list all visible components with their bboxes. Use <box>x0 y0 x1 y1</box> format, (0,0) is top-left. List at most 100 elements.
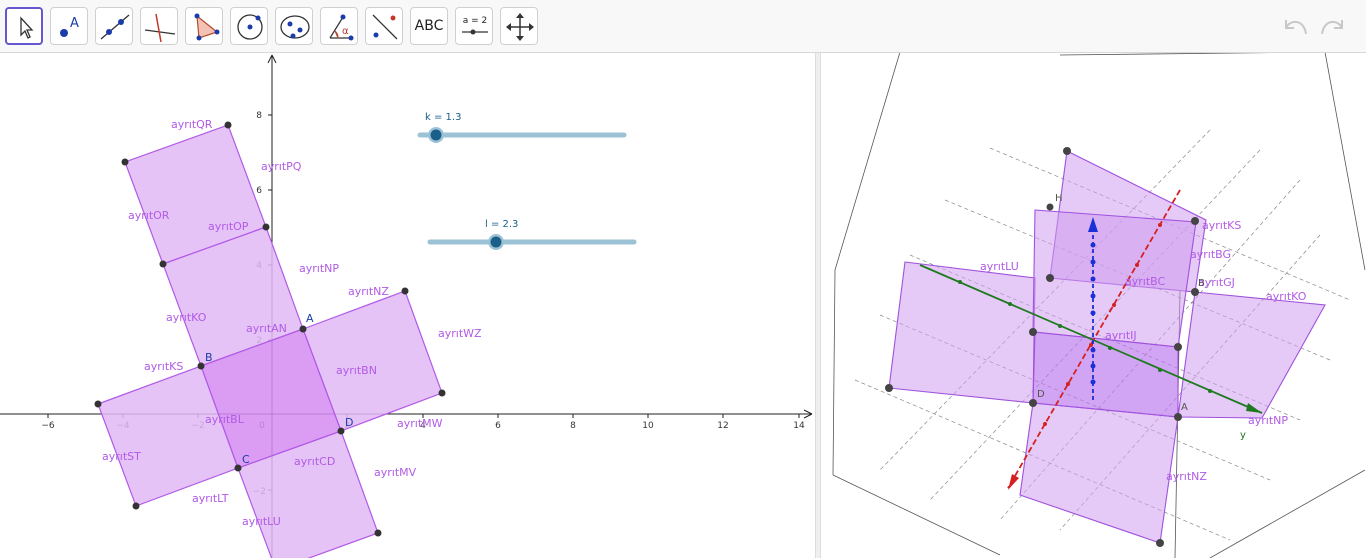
angle-tool-button[interactable]: α <box>320 7 358 45</box>
point-icon: A <box>60 16 79 37</box>
edge-label-nz: ayrıtNZ <box>348 285 389 298</box>
text-tool-button[interactable]: ABC <box>410 7 448 45</box>
slider-icon: a = 2 <box>462 16 488 35</box>
graphics-canvas[interactable]: −6 −4 −2 0 2 4 6 8 10 12 14 8 6 4 2 −2 <box>0 53 815 558</box>
edge-label-mw: ayrıtMW <box>397 417 443 430</box>
edge-label-qr: ayrıtQR <box>171 118 213 131</box>
move-graphics-view-tool-button[interactable] <box>500 7 538 45</box>
vertex-point-c[interactable] <box>234 464 242 472</box>
edge-label-3d-np: ayrıtNP <box>1248 414 1288 427</box>
line-tool-button[interactable] <box>95 7 133 45</box>
graphics-view[interactable]: −6 −4 −2 0 2 4 6 8 10 12 14 8 6 4 2 −2 <box>0 53 815 558</box>
edge-label-3d-bg: ayrıtBG <box>1190 248 1231 261</box>
edge-label-ks: ayrıtKS <box>144 360 183 373</box>
line-icon <box>100 14 130 40</box>
vertex-3d-point[interactable] <box>1191 288 1199 296</box>
x-tick-label: 6 <box>495 421 501 431</box>
move-arrows-icon <box>506 13 534 41</box>
point-tool-button[interactable]: A <box>50 7 88 45</box>
vertex-point[interactable] <box>121 158 129 166</box>
x-tick-label: 14 <box>793 421 805 431</box>
vertex-point[interactable] <box>224 121 232 129</box>
edge-label-3d-bc: ayrıtBC <box>1125 275 1165 288</box>
ellipse-tool-button[interactable] <box>275 7 313 45</box>
vertex-point[interactable] <box>262 223 270 231</box>
edge-label-lu: ayrıtLU <box>242 515 281 528</box>
vertex-point[interactable] <box>132 502 140 510</box>
vertex-point[interactable] <box>401 287 409 295</box>
point-label-d: D <box>345 416 353 429</box>
vertex-3d-point[interactable] <box>1174 413 1182 421</box>
slider-tool-label: a = 2 <box>463 16 488 26</box>
point-label-3d-h: H <box>1055 193 1063 204</box>
perpendicular-line-icon <box>144 13 176 43</box>
vertex-3d-point[interactable] <box>885 384 893 392</box>
graphics-3d-canvas[interactable]: ayrıtKS ayrıtBG ayrıtGJ ayrıtKO ayrıtLU … <box>821 53 1366 558</box>
vertex-3d-point[interactable] <box>1191 217 1199 225</box>
edge-label-3d-ij: ayrıtIJ <box>1105 329 1137 342</box>
slider-k[interactable]: k = 1.3 <box>417 112 627 143</box>
edge-label-wz: ayrıtWZ <box>438 327 482 340</box>
edge-label-bn: ayrıtBN <box>336 364 377 377</box>
vertex-point[interactable] <box>94 400 102 408</box>
move-tool-button[interactable] <box>5 7 43 45</box>
vertex-3d-point[interactable] <box>1046 274 1054 282</box>
polygon-tool-button[interactable] <box>185 7 223 45</box>
edge-label-bl: ayrıtBL <box>205 413 245 426</box>
reflect-tool-button[interactable] <box>365 7 403 45</box>
vertex-3d-point[interactable] <box>1174 343 1182 351</box>
reflect-icon <box>372 14 398 40</box>
net-faces-3d <box>888 150 1326 544</box>
vertex-3d-point[interactable] <box>1029 399 1037 407</box>
edge-label-3d-nz: ayrıtNZ <box>1166 470 1207 483</box>
vertex-3d-point[interactable] <box>1156 539 1164 547</box>
edge-label-np: ayrıtNP <box>299 262 339 275</box>
point-label-b: B <box>205 351 213 364</box>
perpendicular-line-tool-button[interactable] <box>140 7 178 45</box>
angle-icon: α <box>329 14 354 41</box>
edge-label-st: ayrıtST <box>102 450 141 463</box>
redo-icon[interactable] <box>1316 12 1348 40</box>
face-3d-back[interactable] <box>1032 209 1197 348</box>
vertex-3d-point[interactable] <box>1063 147 1071 155</box>
x-tick-label: 12 <box>717 421 728 431</box>
graphics-3d-view[interactable]: ayrıtKS ayrıtBG ayrıtGJ ayrıtKO ayrıtLU … <box>821 53 1366 558</box>
point-label-a: A <box>306 312 314 325</box>
slider-tool-button[interactable]: a = 2 <box>455 7 493 45</box>
vertex-3d-point[interactable] <box>1029 328 1037 336</box>
toolbar: A α ABC a = 2 <box>0 0 1366 53</box>
point-label-3d-b: B <box>1198 278 1205 289</box>
y-tick-label: 8 <box>256 111 262 121</box>
ellipse-icon <box>280 15 310 39</box>
vertex-point[interactable] <box>374 529 382 537</box>
slider-l[interactable]: l = 2.3 <box>427 219 637 250</box>
point-label-3d-d: D <box>1037 389 1045 400</box>
edge-label-pq: ayrıtPQ <box>261 160 302 173</box>
edge-label-ko: ayrıtKO <box>166 311 207 324</box>
face-3d-right[interactable] <box>1177 291 1326 419</box>
slider-k-label: k = 1.3 <box>425 112 461 123</box>
edge-label-op: ayrıtOP <box>208 220 249 233</box>
edge-label-or: ayrıtOR <box>128 209 170 222</box>
x-tick-label: 8 <box>570 421 576 431</box>
circle-tool-button[interactable] <box>230 7 268 45</box>
slider-l-label: l = 2.3 <box>485 219 518 230</box>
point-label-c: C <box>242 453 250 466</box>
arrow-cursor-icon <box>20 16 34 39</box>
slider-k-handle[interactable] <box>430 129 442 141</box>
vertex-point-b[interactable] <box>197 362 205 370</box>
undo-icon[interactable] <box>1280 12 1312 40</box>
vertex-3d-point[interactable] <box>1046 203 1054 211</box>
edge-label-an: ayrıtAN <box>246 322 287 335</box>
x-axis-3d-arrow <box>1008 474 1019 490</box>
edge-label-lt: ayrıtLT <box>192 492 229 505</box>
angle-tool-glyph: α <box>342 26 349 37</box>
slider-l-handle[interactable] <box>490 236 502 248</box>
vertex-point[interactable] <box>438 389 446 397</box>
y-tick-label: 6 <box>256 186 262 196</box>
vertex-point-d[interactable] <box>337 427 345 435</box>
vertex-point-a[interactable] <box>299 325 307 333</box>
polygon-icon <box>194 13 220 41</box>
vertex-point[interactable] <box>159 260 167 268</box>
edge-label-3d-ko: ayrıtKO <box>1266 290 1307 303</box>
